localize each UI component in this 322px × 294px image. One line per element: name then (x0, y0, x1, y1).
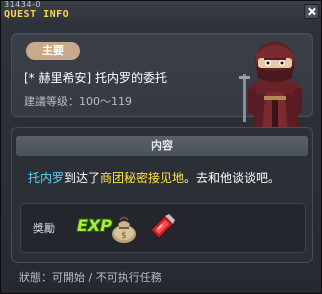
npc-name-link[interactable]: 托内罗 (28, 171, 64, 185)
quest-type-badge: 主要 (26, 42, 80, 60)
exp-icon: EXP (77, 216, 112, 235)
recommended-level: 建議等级：100～119 (24, 95, 132, 108)
reward-label: 獎勵 (33, 222, 55, 235)
npc-portrait (239, 41, 302, 132)
window-title: QUEST INFO (4, 9, 70, 20)
quest-info-window: 31434-0 QUEST INFO 主要 [* 赫里希安] 托内罗的委托 建議… (0, 0, 322, 294)
svg-text:$: $ (121, 231, 127, 241)
location-link[interactable]: 商团秘密接见地 (100, 171, 184, 185)
quest-id: 31434-0 (4, 0, 41, 9)
quest-detail-panel: 内容 托内罗到达了商团秘密接见地。去和他谈谈吧。 獎勵 EXP $ (11, 127, 313, 263)
reward-box: 獎勵 EXP $ (20, 203, 306, 253)
description-text-end: 。去和他谈谈吧。 (184, 171, 281, 185)
close-button[interactable] (304, 4, 319, 19)
money-bag-icon[interactable]: $ (109, 212, 139, 244)
quest-name: [* 赫里希安] 托内罗的委托 (24, 71, 167, 85)
quest-description: 托内罗到达了商团秘密接见地。去和他谈谈吧。 (28, 169, 280, 186)
title-bar[interactable]: 31434-0 QUEST INFO (1, 0, 321, 21)
description-text: 到达了 (64, 171, 101, 185)
red-crystal-item-icon[interactable] (147, 212, 177, 244)
quest-summary-panel: 主要 [* 赫里希安] 托内罗的委托 建議等级：100～119 (11, 33, 313, 132)
content-header: 内容 (16, 136, 308, 156)
quest-status: 狀態：可開始 / 不可执行任務 (19, 271, 162, 284)
